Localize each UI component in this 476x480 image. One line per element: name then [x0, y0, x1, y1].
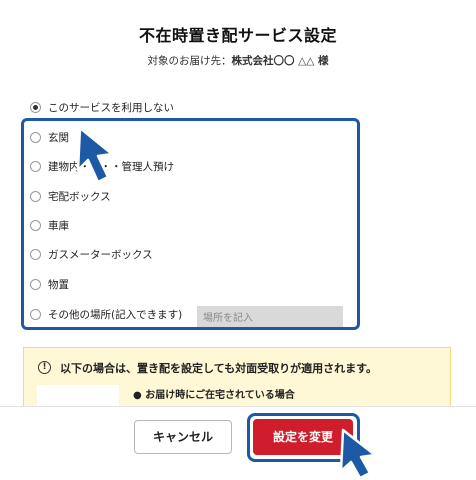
radio-delivery-box[interactable] [30, 191, 41, 202]
pointer-cursor-icon [76, 126, 114, 184]
option-storage[interactable]: 物置 [24, 275, 344, 295]
option-label: 物置 [48, 279, 69, 291]
delivery-destination: 対象のお届け先：株式会社〇〇 △△ 様 [0, 53, 476, 68]
option-label: その他の場所(記入できます) [48, 309, 183, 321]
radio-other-place[interactable] [30, 309, 41, 320]
exclamation-circle-icon: ! [38, 361, 51, 374]
radio-building[interactable] [30, 161, 41, 172]
option-label: 宅配ボックス [48, 191, 111, 203]
radio-storage[interactable] [30, 279, 41, 290]
option-label: ガスメーターボックス [48, 249, 153, 261]
option-no-service[interactable]: このサービスを利用しない [24, 98, 344, 118]
option-delivery-box[interactable]: 宅配ボックス [24, 187, 344, 207]
radio-entrance[interactable] [30, 132, 41, 143]
other-place-input[interactable]: 場所を記入 [197, 306, 343, 327]
cancel-button[interactable]: キャンセル [134, 420, 232, 454]
destination-prefix: 対象のお届け先： [147, 55, 232, 67]
option-label: 玄関 [48, 132, 69, 144]
dialog-footer [0, 407, 476, 480]
radio-garage[interactable] [30, 220, 41, 231]
option-gas-meter-box[interactable]: ガスメーターボックス [24, 245, 344, 265]
option-garage[interactable]: 車庫 [24, 216, 344, 236]
notice-bullet: ● お届け時にご在宅されている場合 [133, 390, 295, 401]
option-other-place[interactable]: その他の場所(記入できます) [24, 305, 194, 325]
radio-no-service[interactable] [30, 102, 41, 113]
destination-name: 株式会社〇〇 △△ 様 [231, 55, 329, 67]
radio-gas-meter-box[interactable] [30, 249, 41, 260]
option-label: 車庫 [48, 220, 69, 232]
dialog-title: 不在時置き配サービス設定 [138, 26, 337, 45]
pointer-cursor-icon [339, 428, 377, 480]
notice-blank-area [37, 385, 119, 407]
notice-box: ! 以下の場合は、置き配を設定しても対面受取りが適用されます。 ● お届け時にご… [23, 347, 451, 407]
option-label: このサービスを利用しない [48, 102, 174, 114]
notice-text: 以下の場合は、置き配を設定しても対面受取りが適用されます。 [60, 362, 378, 375]
